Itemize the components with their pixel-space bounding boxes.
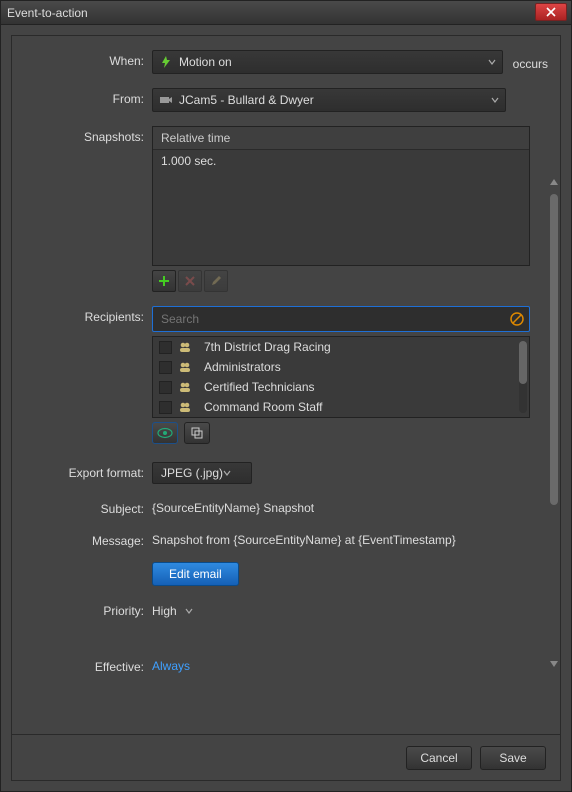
recipient-name: Certified Technicians — [204, 380, 315, 394]
dialog-title: Event-to-action — [7, 6, 88, 20]
priority-label: Priority: — [12, 600, 152, 618]
snapshot-time-value: 1.000 sec. — [161, 154, 216, 168]
copy-recipients-button[interactable] — [184, 422, 210, 444]
recipients-scrollbar[interactable] — [519, 341, 527, 413]
close-button[interactable] — [535, 3, 567, 21]
form-scrollbar[interactable] — [550, 186, 558, 660]
from-value: JCam5 - Bullard & Dwyer — [179, 93, 314, 107]
eye-icon — [157, 427, 173, 439]
cancel-button[interactable]: Cancel — [406, 746, 472, 770]
recipient-name: Command Room Staff — [204, 400, 323, 414]
close-icon — [546, 7, 556, 17]
recipient-name: 7th District Drag Racing — [204, 340, 331, 354]
when-label: When: — [12, 50, 152, 68]
export-format-combo[interactable]: JPEG (.jpg) — [152, 462, 252, 484]
dialog-footer: Cancel Save — [12, 734, 560, 780]
chevron-down-icon — [488, 55, 496, 69]
from-combo[interactable]: JCam5 - Bullard & Dwyer — [152, 88, 506, 112]
message-label: Message: — [12, 530, 152, 548]
priority-value: High — [152, 604, 177, 618]
recipient-name: Administrators — [204, 360, 281, 374]
clear-search-button[interactable] — [509, 311, 525, 327]
recipient-item[interactable]: Administrators — [153, 357, 529, 377]
subject-label: Subject: — [12, 498, 152, 516]
snapshots-label: Snapshots: — [12, 126, 152, 144]
recipients-list[interactable]: 7th District Drag Racing Administrators … — [152, 336, 530, 418]
recipient-checkbox[interactable] — [159, 381, 172, 394]
delete-icon — [184, 275, 196, 287]
recipient-item[interactable]: 7th District Drag Racing — [153, 337, 529, 357]
group-icon — [178, 360, 192, 374]
when-suffix: occurs — [509, 53, 548, 71]
delete-snapshot-button[interactable] — [178, 270, 202, 292]
motion-icon — [159, 55, 173, 69]
scroll-down-icon — [549, 660, 559, 668]
recipients-label: Recipients: — [12, 306, 152, 324]
chevron-down-icon — [223, 466, 231, 480]
chevron-down-icon — [185, 604, 193, 618]
message-value: Snapshot from {SourceEntityName} at {Eve… — [152, 530, 456, 547]
priority-combo[interactable]: High — [152, 600, 213, 622]
recipient-item[interactable]: Certified Technicians — [153, 377, 529, 397]
subject-value: {SourceEntityName} Snapshot — [152, 498, 314, 515]
export-format-value: JPEG (.jpg) — [161, 466, 223, 480]
from-label: From: — [12, 88, 152, 106]
export-format-label: Export format: — [12, 462, 152, 480]
edit-snapshot-button[interactable] — [204, 270, 228, 292]
effective-link[interactable]: Always — [152, 656, 190, 673]
snapshots-toolbar — [152, 270, 548, 292]
view-recipient-button[interactable] — [152, 422, 178, 444]
when-value: Motion on — [179, 55, 232, 69]
plus-icon — [158, 275, 170, 287]
when-combo[interactable]: Motion on — [152, 50, 503, 74]
recipient-checkbox[interactable] — [159, 341, 172, 354]
save-button[interactable]: Save — [480, 746, 546, 770]
group-icon — [178, 340, 192, 354]
recipient-checkbox[interactable] — [159, 401, 172, 414]
snapshots-table[interactable]: Relative time 1.000 sec. — [152, 126, 530, 266]
chevron-down-icon — [491, 93, 499, 107]
copy-icon — [190, 426, 204, 440]
recipients-search-input[interactable] — [152, 306, 530, 332]
recipient-item[interactable]: Command Room Staff — [153, 397, 529, 417]
form-area: When: Motion on occurs From: — [12, 36, 560, 734]
add-snapshot-button[interactable] — [152, 270, 176, 292]
event-to-action-dialog: Event-to-action When: Motion on occurs — [0, 0, 572, 792]
snapshots-row[interactable]: 1.000 sec. — [153, 150, 529, 265]
titlebar: Event-to-action — [1, 1, 571, 25]
effective-label: Effective: — [12, 656, 152, 674]
main-panel: When: Motion on occurs From: — [11, 35, 561, 781]
group-icon — [178, 400, 192, 414]
snapshots-header: Relative time — [153, 127, 529, 150]
pencil-icon — [210, 275, 222, 287]
edit-email-button[interactable]: Edit email — [152, 562, 239, 586]
camera-icon — [159, 93, 173, 107]
clear-icon — [510, 312, 524, 326]
recipient-checkbox[interactable] — [159, 361, 172, 374]
group-icon — [178, 380, 192, 394]
scroll-up-icon — [549, 178, 559, 186]
snapshots-col-relative-time: Relative time — [153, 127, 529, 149]
